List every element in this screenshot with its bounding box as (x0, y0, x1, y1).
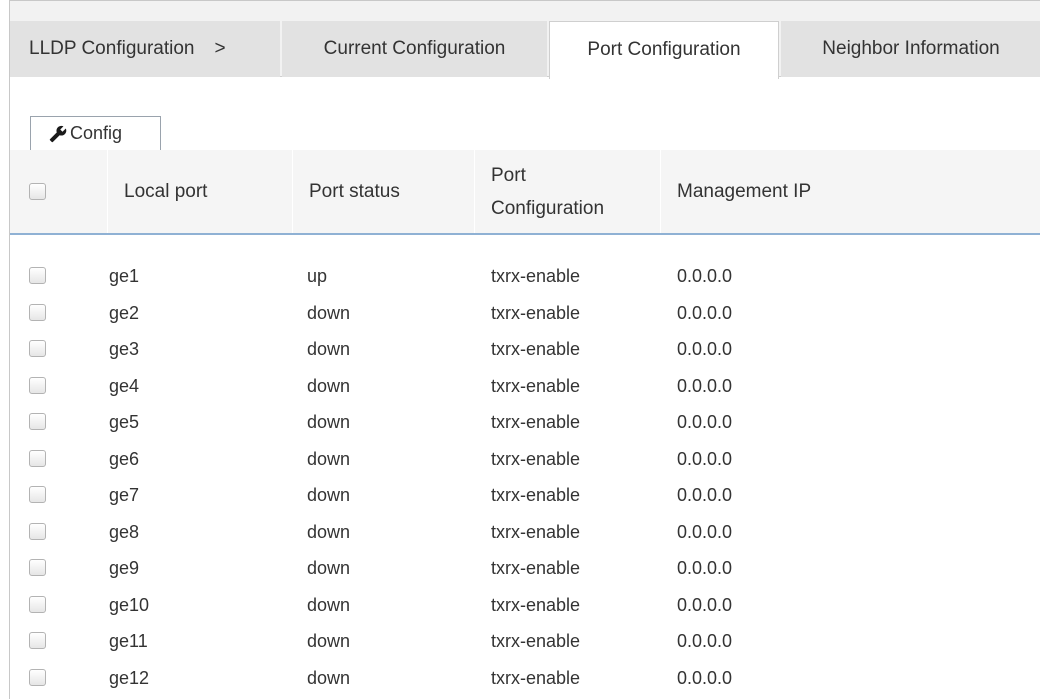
table-row: ge5 down txrx-enable 0.0.0.0 (10, 404, 1040, 440)
config-button[interactable]: Config (30, 116, 161, 152)
cell-management-ip: 0.0.0.0 (677, 485, 733, 505)
cell-local-port: ge10 (109, 594, 150, 615)
column-header-management-ip-label: Management IP (677, 180, 812, 202)
row-checkbox[interactable] (29, 267, 46, 284)
table-row: ge7 down txrx-enable 0.0.0.0 (10, 477, 1040, 513)
column-header-port-status-label: Port status (309, 180, 400, 202)
table-row: ge8 down txrx-enable 0.0.0.0 (10, 514, 1040, 550)
wrench-icon (49, 125, 67, 142)
row-checkbox[interactable] (29, 632, 46, 649)
cell-local-port: ge7 (109, 485, 140, 505)
table-row: ge9 down txrx-enable 0.0.0.0 (10, 550, 1040, 586)
row-checkbox[interactable] (29, 376, 46, 394)
column-header-port-configuration: Port Configuration (474, 150, 660, 233)
row-checkbox[interactable] (29, 595, 46, 613)
row-checkbox[interactable] (29, 413, 46, 430)
cell-management-ip: 0.0.0.0 (677, 412, 733, 432)
table-row: ge10 down txrx-enable 0.0.0.0 (10, 587, 1040, 623)
column-header-local-port: Local port (107, 150, 305, 233)
cell-port-configuration: txrx-enable (491, 412, 581, 432)
cell-local-port: ge4 (109, 375, 140, 396)
row-checkbox[interactable] (29, 486, 46, 503)
cell-port-configuration: txrx-enable (491, 667, 581, 688)
cell-management-ip: 0.0.0.0 (677, 521, 733, 542)
cell-management-ip: 0.0.0.0 (677, 448, 733, 469)
table-row: ge3 down txrx-enable 0.0.0.0 (10, 331, 1040, 367)
cell-management-ip: 0.0.0.0 (677, 631, 733, 651)
tab-neighbor-information[interactable]: Neighbor Information (781, 21, 1040, 77)
table-header: Local port Port status Port Configuratio… (10, 150, 1040, 235)
cell-port-configuration: txrx-enable (491, 448, 581, 469)
column-header-port-configuration-line2: Configuration (491, 197, 605, 219)
tab-port-configuration[interactable]: Port Configuration (549, 21, 779, 79)
row-checkbox[interactable] (29, 340, 46, 357)
column-header-management-ip: Management IP (660, 150, 1040, 233)
cell-port-status: down (307, 339, 351, 359)
table-row: ge12 down txrx-enable 0.0.0.0 (10, 660, 1040, 696)
cell-port-configuration: txrx-enable (491, 594, 581, 615)
select-all-checkbox[interactable] (29, 183, 46, 200)
cell-local-port: ge1 (109, 266, 140, 286)
column-header-port-status: Port status (292, 150, 474, 233)
cell-port-status: down (307, 375, 351, 396)
breadcrumb: LLDP Configuration > (10, 21, 280, 77)
row-checkbox[interactable] (29, 559, 46, 576)
row-checkbox[interactable] (29, 449, 46, 467)
row-checkbox[interactable] (29, 522, 46, 540)
cell-port-status: down (307, 412, 351, 432)
cell-local-port: ge12 (109, 667, 150, 688)
breadcrumb-label: LLDP Configuration (29, 38, 195, 59)
cell-port-configuration: txrx-enable (491, 266, 581, 286)
cell-management-ip: 0.0.0.0 (677, 667, 733, 688)
column-header-local-port-label: Local port (124, 180, 208, 202)
cell-port-status: down (307, 558, 351, 578)
row-checkbox[interactable] (29, 668, 46, 686)
cell-port-status: down (307, 594, 351, 615)
row-checkbox[interactable] (29, 303, 46, 321)
cell-port-configuration: txrx-enable (491, 558, 581, 578)
cell-local-port: ge8 (109, 521, 140, 542)
table-row: ge2 down txrx-enable 0.0.0.0 (10, 295, 1040, 331)
table-row: ge4 down txrx-enable 0.0.0.0 (10, 368, 1040, 404)
cell-port-configuration: txrx-enable (491, 631, 581, 651)
cell-port-status: down (307, 448, 351, 469)
cell-port-status: down (307, 302, 351, 323)
cell-management-ip: 0.0.0.0 (677, 375, 733, 396)
cell-port-configuration: txrx-enable (491, 375, 581, 396)
cell-port-configuration: txrx-enable (491, 302, 581, 323)
cell-port-status: down (307, 521, 351, 542)
breadcrumb-separator: > (214, 38, 226, 59)
cell-port-status: down (307, 485, 351, 505)
column-header-port-configuration-line1: Port (491, 164, 526, 186)
cell-management-ip: 0.0.0.0 (677, 339, 733, 359)
table-row: ge1 up txrx-enable 0.0.0.0 (10, 258, 1040, 294)
tab-current-configuration[interactable]: Current Configuration (282, 21, 547, 77)
cell-management-ip: 0.0.0.0 (677, 558, 733, 578)
cell-local-port: ge3 (109, 339, 140, 359)
cell-port-configuration: txrx-enable (491, 521, 581, 542)
cell-management-ip: 0.0.0.0 (677, 594, 733, 615)
cell-local-port: ge6 (109, 448, 140, 469)
cell-management-ip: 0.0.0.0 (677, 302, 733, 323)
cell-port-configuration: txrx-enable (491, 485, 581, 505)
cell-local-port: ge9 (109, 558, 140, 578)
cell-port-status: up (307, 266, 328, 286)
table-row: ge11 down txrx-enable 0.0.0.0 (10, 623, 1040, 659)
cell-management-ip: 0.0.0.0 (677, 266, 733, 286)
config-button-label: Config (70, 123, 123, 143)
lldp-panel: LLDP Configuration > Current Configuratio… (9, 0, 1040, 699)
tab-bar: LLDP Configuration > Current Configuratio… (10, 0, 1040, 79)
cell-local-port: ge11 (109, 631, 148, 651)
cell-local-port: ge2 (109, 302, 140, 323)
cell-port-configuration: txrx-enable (491, 339, 581, 359)
cell-local-port: ge5 (109, 412, 140, 432)
cell-port-status: down (307, 667, 351, 688)
cell-port-status: down (307, 631, 351, 651)
table-row: ge6 down txrx-enable 0.0.0.0 (10, 441, 1040, 477)
